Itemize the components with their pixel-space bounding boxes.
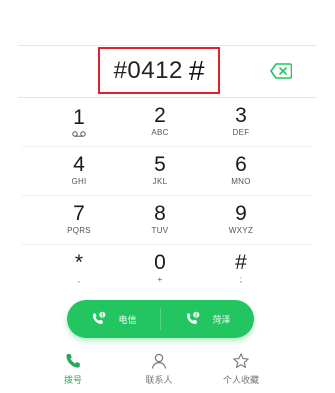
- call-sim2-button[interactable]: 2 菏泽: [161, 300, 254, 338]
- person-icon: [151, 353, 167, 369]
- key-digit: 8: [154, 202, 166, 225]
- key-letters: GHI: [71, 177, 87, 186]
- key-letters: JKL: [152, 177, 168, 186]
- key-9[interactable]: 9 WXYZ: [201, 196, 281, 244]
- key-letters: ;: [239, 275, 243, 284]
- call-sim1-button[interactable]: 1 电信: [67, 300, 160, 338]
- key-5[interactable]: 5 JKL: [120, 147, 200, 195]
- key-letters: +: [157, 275, 163, 284]
- key-letters: ABC: [151, 128, 169, 137]
- key-2[interactable]: 2 ABC: [120, 98, 200, 146]
- key-letters: WXYZ: [228, 226, 254, 235]
- key-letters: TUV: [151, 226, 169, 235]
- bottom-tab-bar: 拨号 联系人 个人收藏: [0, 350, 335, 393]
- key-digit: #: [235, 251, 247, 274]
- keypad-row: * , 0 + # ;: [22, 245, 313, 293]
- key-7[interactable]: 7 PQRS: [39, 196, 119, 244]
- key-digit: 7: [73, 202, 85, 225]
- key-letters: PQRS: [67, 226, 91, 235]
- key-digit: 0: [154, 251, 166, 274]
- keypad-row: 1 2 ABC 3 DEF: [22, 98, 313, 147]
- dialed-trailing-char: #: [188, 54, 205, 86]
- keypad: 1 2 ABC 3 DEF 4 GHI 5 JKL 6 MNO 7 PQRS 8…: [0, 98, 335, 293]
- call-button-bar: 1 电信 2 菏泽: [67, 300, 254, 338]
- key-letters: DEF: [232, 128, 250, 137]
- keypad-row: 7 PQRS 8 TUV 9 WXYZ: [22, 196, 313, 245]
- phone-sim2-icon: 2: [187, 311, 200, 324]
- star-icon: [233, 353, 249, 368]
- sim1-badge: 1: [101, 313, 104, 319]
- tab-label: 联系人: [145, 375, 173, 385]
- key-8[interactable]: 8 TUV: [120, 196, 200, 244]
- key-star[interactable]: * ,: [39, 245, 119, 293]
- tab-dial[interactable]: 拨号: [38, 352, 108, 390]
- dialed-number: #0412: [113, 56, 183, 84]
- key-digit: 4: [73, 153, 85, 176]
- keypad-row: 4 GHI 5 JKL 6 MNO: [22, 147, 313, 196]
- key-digit: 5: [154, 153, 166, 176]
- divider: [18, 45, 317, 46]
- sim2-label: 菏泽: [212, 314, 231, 325]
- key-6[interactable]: 6 MNO: [201, 147, 281, 195]
- backspace-button[interactable]: [270, 63, 293, 79]
- phone-icon: [66, 354, 80, 368]
- key-digit: 6: [235, 153, 247, 176]
- key-digit: *: [74, 251, 84, 274]
- key-digit: 2: [154, 104, 166, 127]
- key-digit: 1: [73, 105, 85, 129]
- phone-sim1-icon: 1: [93, 311, 106, 324]
- key-digit: 3: [235, 104, 247, 127]
- key-letters: MNO: [231, 177, 251, 186]
- tab-label: 个人收藏: [222, 375, 259, 385]
- key-digit: 9: [235, 202, 247, 225]
- key-4[interactable]: 4 GHI: [39, 147, 119, 195]
- dialed-number-field[interactable]: #0412 #: [98, 47, 220, 94]
- key-3[interactable]: 3 DEF: [201, 98, 281, 146]
- voicemail-icon: [72, 130, 86, 137]
- sim1-label: 电信: [118, 314, 137, 325]
- tab-contacts[interactable]: 联系人: [124, 352, 194, 390]
- key-1[interactable]: 1: [39, 98, 119, 146]
- tab-favorites[interactable]: 个人收藏: [206, 352, 276, 390]
- backspace-icon: [270, 63, 293, 79]
- tab-label: 拨号: [63, 375, 82, 385]
- key-0[interactable]: 0 +: [120, 245, 200, 293]
- key-hash[interactable]: # ;: [201, 245, 281, 293]
- key-letters: ,: [77, 275, 81, 284]
- sim2-badge: 2: [195, 313, 198, 319]
- dial-display: #0412 #: [0, 0, 335, 98]
